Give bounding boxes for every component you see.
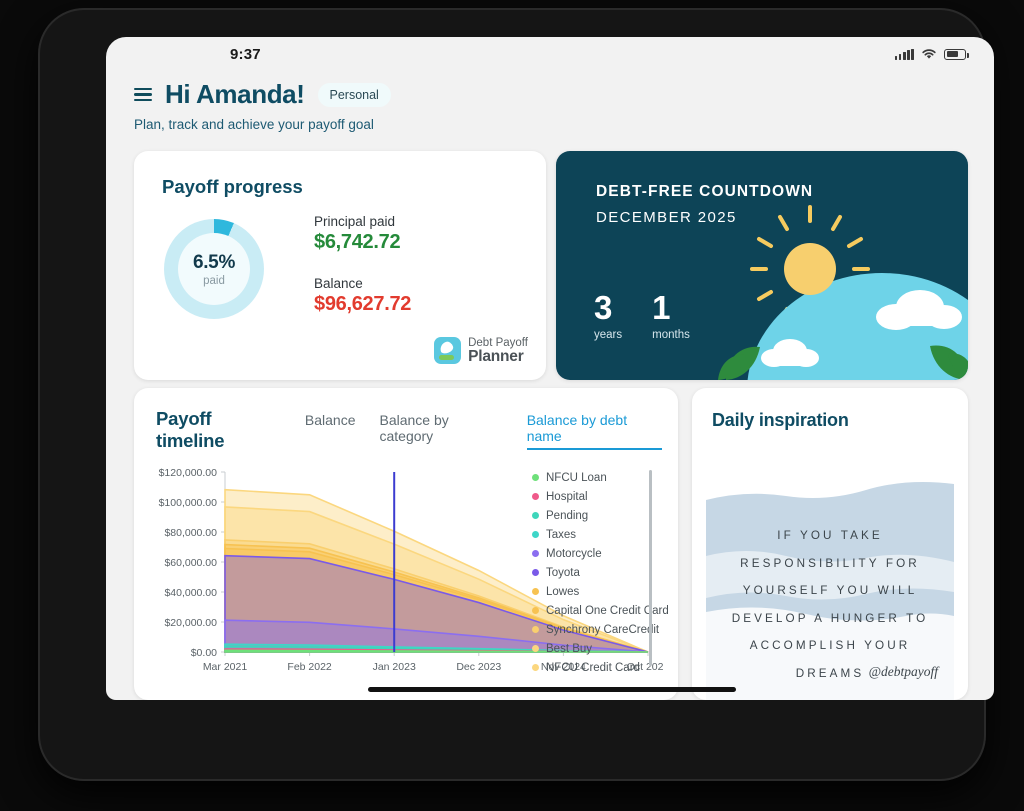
balance-value: $96,627.72: [314, 293, 412, 315]
chart-y-tick: $120,000.00: [159, 467, 218, 479]
brand-name-line2: Planner: [468, 347, 524, 365]
tablet-device-frame: 9:37 Hi Amanda! Personal Plan, track and…: [38, 8, 994, 781]
legend-item[interactable]: Pending: [532, 506, 680, 525]
payoff-progress-title: Payoff progress: [162, 176, 303, 197]
legend-label: Toyota: [546, 566, 580, 579]
tablet-screen: 9:37 Hi Amanda! Personal Plan, track and…: [106, 37, 994, 700]
legend-color-dot: [532, 645, 539, 652]
legend-label: Pending: [546, 509, 589, 522]
debt-free-countdown-card: DEBT-FREE COUNTDOWN DECEMBER 2025 3 year…: [556, 151, 968, 380]
sun-icon: [784, 243, 836, 295]
chart-legend[interactable]: NFCU Loan Hospital Pending Taxes Motorcycle T…: [532, 468, 680, 678]
legend-label: NFCU Credit Card: [546, 661, 640, 674]
chart-y-axis-labels: $120,000.00 $100,000.00 $80,000.00 $60,000.…: [159, 467, 225, 659]
legend-color-dot: [532, 474, 539, 481]
legend-color-dot: [532, 588, 539, 595]
legend-item[interactable]: Toyota: [532, 563, 680, 582]
countdown-months-value: 1: [652, 289, 671, 326]
legend-item[interactable]: NFCU Loan: [532, 468, 680, 487]
legend-item[interactable]: Synchrony CareCredit: [532, 620, 680, 639]
wifi-icon: [922, 49, 936, 59]
legend-item[interactable]: NFCU Credit Card: [532, 658, 680, 677]
balance-stat: Balance $96,627.72: [314, 276, 411, 316]
chart-x-tick: Jan 2023: [373, 661, 416, 673]
legend-label: Taxes: [546, 528, 577, 541]
payoff-progress-card: Payoff progress 6.5% paid Principal paid…: [134, 151, 546, 380]
legend-label: Hospital: [546, 490, 588, 503]
legend-item[interactable]: Lowes: [532, 582, 680, 601]
legend-color-dot: [532, 569, 539, 576]
chart-y-tick: $80,000.00: [164, 527, 217, 539]
legend-label: Lowes: [546, 585, 580, 598]
inspiration-image: IF YOU TAKE RESPONSIBILITY FOR YOURSELF …: [706, 444, 954, 700]
sunrise-illustration: [718, 205, 968, 380]
daily-inspiration-title: Daily inspiration: [712, 410, 849, 430]
page-title: Hi Amanda!: [165, 79, 305, 109]
legend-item[interactable]: Best Buy: [532, 639, 680, 658]
payoff-stats: Principal paid $6,742.72 Balance $96,627…: [314, 214, 411, 316]
legend-label: Synchrony CareCredit: [546, 623, 660, 636]
legend-color-dot: [532, 607, 539, 614]
chart-x-tick: Mar 2021: [203, 661, 248, 673]
home-indicator: [368, 687, 736, 692]
donut-percent-value: 6.5%: [192, 251, 236, 273]
chart-x-tick: Feb 2022: [287, 661, 332, 673]
countdown-months-label: months: [652, 329, 690, 341]
donut-center: 6.5% paid: [178, 233, 250, 305]
principal-paid-stat: Principal paid $6,742.72: [314, 214, 411, 254]
legend-scrollbar[interactable]: [649, 470, 652, 666]
legend-color-dot: [532, 550, 539, 557]
daily-inspiration-card: Daily inspiration IF YOU TAKE RESPONSIBI…: [692, 388, 968, 700]
legend-label: Best Buy: [546, 642, 593, 655]
inspiration-handle: @debtpayoff: [868, 664, 938, 679]
status-icons: [894, 48, 969, 60]
countdown-years: 3 years: [594, 291, 622, 341]
header-subtitle: Plan, track and achieve your payoff goal: [134, 117, 374, 132]
status-time: 9:37: [230, 45, 261, 63]
donut-percent-label: paid: [203, 274, 225, 287]
chart-x-tick: Dec 2023: [456, 661, 501, 673]
chart-y-tick: $0.00: [191, 647, 217, 659]
legend-color-dot: [532, 664, 539, 671]
countdown-years-value: 3: [594, 289, 613, 326]
bird-logo-icon: [434, 337, 462, 365]
hamburger-menu-icon[interactable]: [134, 87, 152, 102]
inspiration-quote: IF YOU TAKE RESPONSIBILITY FOR YOURSELF …: [731, 529, 929, 680]
timeline-title: Payoff timeline: [156, 408, 225, 451]
legend-color-dot: [532, 493, 539, 500]
legend-color-dot: [532, 531, 539, 538]
countdown-years-label: years: [594, 329, 623, 341]
tab-balance[interactable]: Balance: [305, 412, 356, 432]
tab-balance-by-category[interactable]: Balance by category: [379, 412, 502, 448]
payoff-donut-chart: 6.5% paid: [164, 219, 264, 319]
greeting-row: Hi Amanda! Personal: [134, 79, 734, 110]
countdown-months: 1 months: [652, 291, 690, 341]
legend-item[interactable]: Motorcycle: [532, 544, 680, 563]
status-bar: 9:37: [106, 37, 994, 71]
battery-icon: [944, 48, 969, 60]
legend-item[interactable]: Taxes: [532, 525, 680, 544]
timeline-header: Payoff timeline Balance Balance by categ…: [156, 408, 662, 452]
principal-paid-value: $6,742.72: [314, 231, 401, 253]
legend-color-dot: [532, 512, 539, 519]
payoff-timeline-card: Payoff timeline Balance Balance by categ…: [134, 388, 678, 700]
legend-item[interactable]: Capital One Credit Card: [532, 601, 680, 620]
signal-bars-icon: [894, 48, 914, 60]
chart-y-tick: $100,000.00: [159, 497, 218, 509]
legend-label: Motorcycle: [546, 547, 602, 560]
brand-name-line1: Debt Payoff: [468, 336, 528, 349]
chart-y-tick: $20,000.00: [164, 617, 217, 629]
tab-balance-by-debt-name[interactable]: Balance by debt name: [526, 412, 662, 450]
chart-y-tick: $60,000.00: [164, 557, 217, 569]
legend-color-dot: [532, 626, 539, 633]
balance-label: Balance: [314, 276, 363, 291]
principal-paid-label: Principal paid: [314, 214, 396, 229]
countdown-values: 3 years 1 months: [594, 291, 690, 341]
debt-payoff-planner-logo: Debt Payoff Planner: [434, 337, 528, 365]
app-header: Hi Amanda! Personal Plan, track and achi…: [134, 79, 734, 132]
legend-label: NFCU Loan: [546, 471, 607, 484]
profile-type-badge[interactable]: Personal: [317, 82, 391, 107]
legend-item[interactable]: Hospital: [532, 487, 680, 506]
chart-y-tick: $40,000.00: [164, 587, 217, 599]
